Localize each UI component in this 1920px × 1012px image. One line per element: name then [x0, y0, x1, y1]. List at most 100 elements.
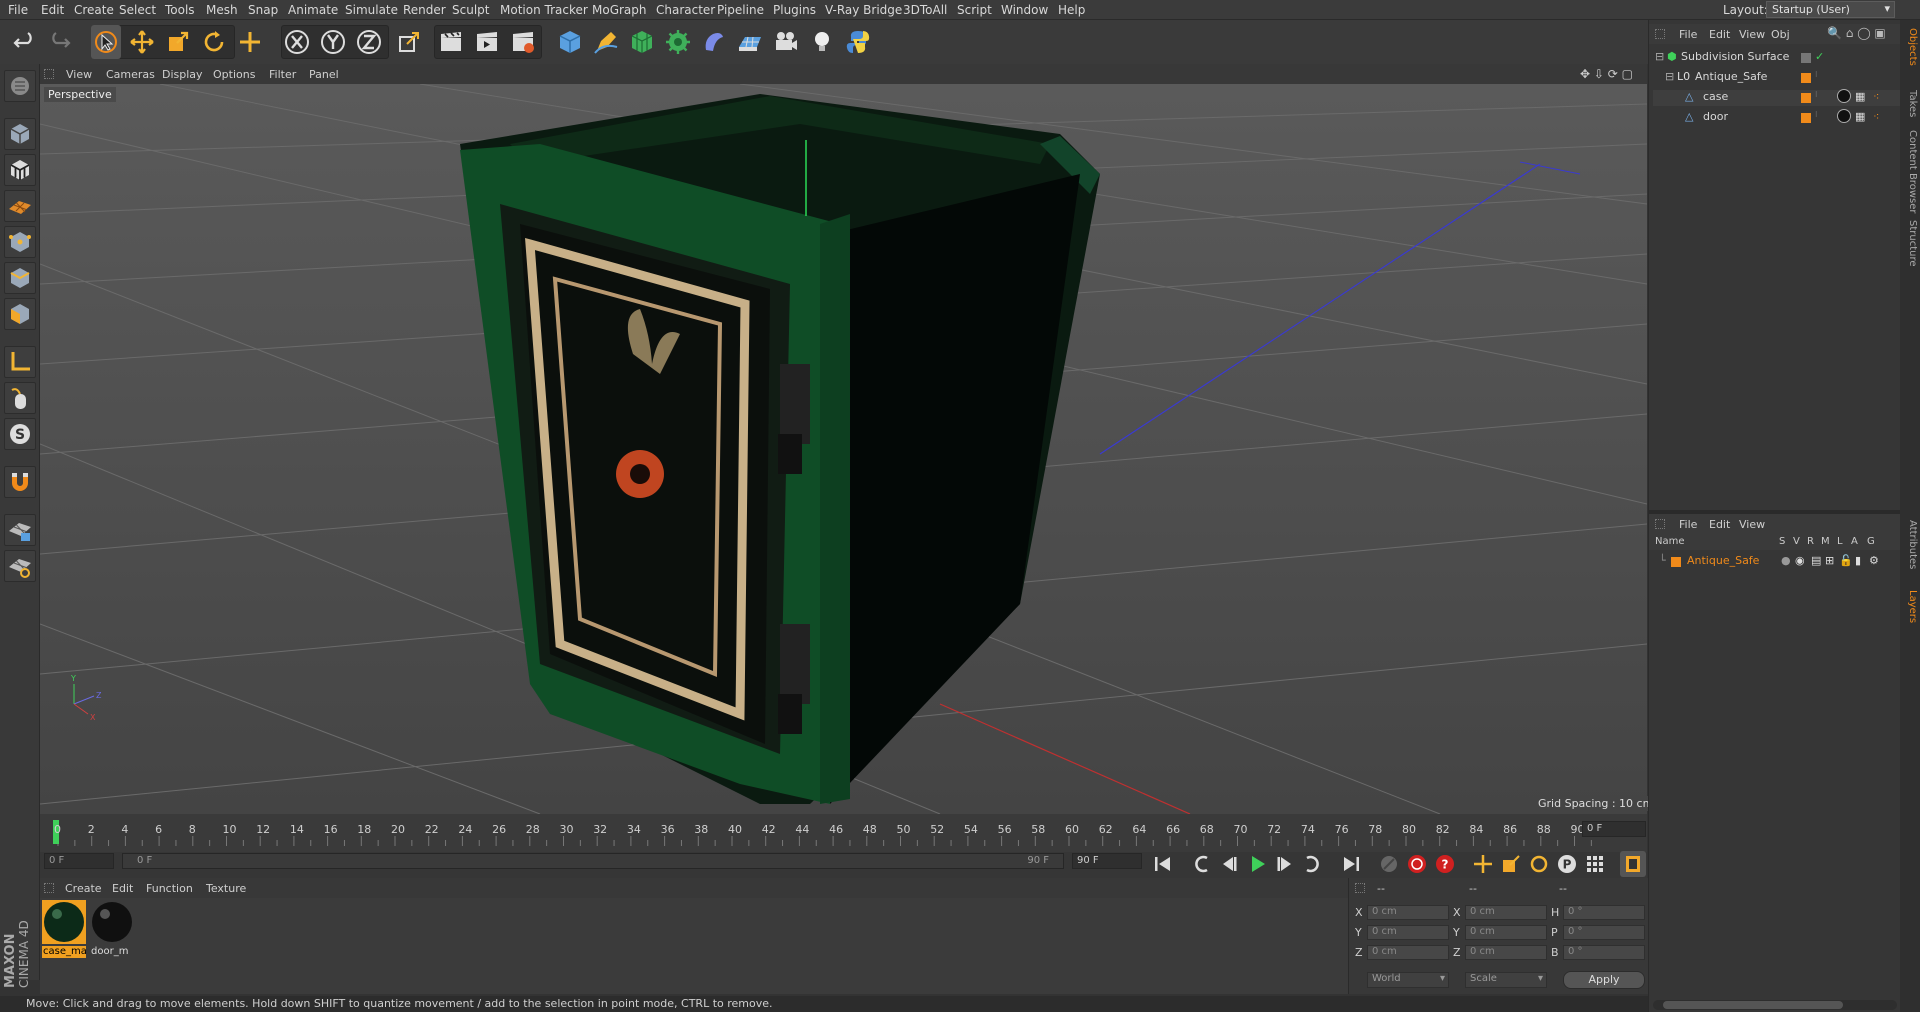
tweak-mode-button[interactable] — [4, 382, 36, 414]
object-menu-view[interactable]: View — [1739, 28, 1765, 41]
generators-icon[interactable]: ⚙ — [1869, 554, 1879, 567]
layer-row-antique-safe[interactable]: └ Antique_Safe ● ◉ ▤ ⊞ 🔓 ▮ ⚙ — [1653, 554, 1901, 570]
object-menu-file[interactable]: File — [1679, 28, 1697, 41]
python-button[interactable] — [843, 25, 873, 59]
object-menu-objects[interactable]: Obj — [1771, 28, 1790, 41]
viewport-menu-view[interactable]: View — [66, 68, 92, 81]
menu-script[interactable]: Script — [957, 3, 992, 17]
scrollbar-thumb[interactable] — [1663, 1001, 1843, 1009]
3d-viewport[interactable]: Y Z X — [40, 84, 1647, 814]
key-rotation-button[interactable] — [1526, 851, 1552, 877]
material-menu-create[interactable]: Create — [65, 882, 102, 895]
size-mode-select[interactable]: Scale ▾ — [1465, 972, 1547, 988]
key-pla-button[interactable] — [1582, 851, 1608, 877]
menu-plugins[interactable]: Plugins — [773, 3, 816, 17]
object-manager-nav-icons[interactable]: 🔍 ⌂ ◯ ▣ — [1827, 26, 1886, 40]
viewport-menu-options[interactable]: Options — [213, 68, 255, 81]
rotation-b-field[interactable]: 0 ° — [1563, 945, 1645, 960]
preview-range-slider[interactable]: 0 F 90 F — [122, 853, 1064, 869]
size-z-field[interactable]: 0 cm — [1465, 945, 1547, 960]
key-scale-button[interactable] — [1498, 851, 1524, 877]
coordinate-space-select[interactable]: World ▾ — [1367, 972, 1449, 988]
model-mode-button[interactable] — [4, 118, 36, 150]
position-x-field[interactable]: 0 cm — [1367, 905, 1449, 920]
deformer-button[interactable] — [699, 25, 729, 59]
polygon-mode-button[interactable] — [4, 298, 36, 330]
layout-select[interactable]: Startup (User) ▾ — [1766, 1, 1895, 18]
timeline-layout-button[interactable] — [1620, 851, 1646, 877]
apply-button[interactable]: Apply — [1563, 971, 1645, 989]
menu-3dtoall[interactable]: 3DToAll — [903, 3, 947, 17]
layer-menu-edit[interactable]: Edit — [1709, 518, 1730, 531]
axis-mode-button[interactable] — [4, 346, 36, 378]
next-frame-button[interactable] — [1272, 851, 1298, 877]
previous-key-button[interactable] — [1188, 851, 1214, 877]
render-clapper-icon[interactable]: ▤ — [1811, 554, 1821, 567]
menu-vray-bridge[interactable]: V-Ray Bridge — [825, 3, 902, 17]
pen-spline-button[interactable] — [591, 25, 621, 59]
menu-mesh[interactable]: Mesh — [206, 3, 238, 17]
menu-edit[interactable]: Edit — [41, 3, 64, 17]
camera-button[interactable] — [771, 25, 801, 59]
viewport-nav-icons[interactable]: ✥ ⇩ ⟳ ▢ — [1580, 67, 1633, 81]
menu-snap[interactable]: Snap — [248, 3, 278, 17]
size-y-field[interactable]: 0 cm — [1465, 925, 1547, 940]
object-row-antique-safe[interactable]: ⊟ L0 Antique_Safe ⁝ — [1653, 70, 1901, 86]
next-key-button[interactable] — [1300, 851, 1326, 877]
antique-safe-model[interactable] — [460, 94, 1100, 804]
record-keys-button[interactable] — [1376, 851, 1402, 877]
visibility-dots-icon[interactable]: ⁝ — [1815, 70, 1818, 79]
viewport-menu-panel[interactable]: Panel — [309, 68, 339, 81]
menu-sculpt[interactable]: Sculpt — [452, 3, 489, 17]
phong-tag-icon[interactable]: ⁖ — [1873, 110, 1879, 123]
current-frame-field[interactable]: 0 F — [1582, 821, 1646, 837]
move-tool-button[interactable] — [127, 25, 157, 59]
material-menu-edit[interactable]: Edit — [112, 882, 133, 895]
end-frame-field[interactable]: 90 F — [1072, 853, 1142, 869]
position-y-field[interactable]: 0 cm — [1367, 925, 1449, 940]
y-axis-lock-button[interactable] — [318, 25, 348, 59]
scale-tool-button[interactable] — [163, 25, 193, 59]
previous-frame-button[interactable] — [1216, 851, 1242, 877]
render-settings-button[interactable] — [508, 25, 538, 59]
live-selection-button[interactable] — [235, 25, 265, 59]
menu-pipeline[interactable]: Pipeline — [717, 3, 764, 17]
rotation-p-field[interactable]: 0 ° — [1563, 925, 1645, 940]
menu-window[interactable]: Window — [1001, 3, 1048, 17]
z-axis-lock-button[interactable] — [354, 25, 384, 59]
key-parameter-button[interactable]: P — [1554, 851, 1580, 877]
rotation-h-field[interactable]: 0 ° — [1563, 905, 1645, 920]
menu-tools[interactable]: Tools — [165, 3, 195, 17]
visibility-dots-icon[interactable]: ⁝ — [1815, 90, 1818, 99]
side-tab-layers[interactable]: Layers — [1902, 590, 1918, 623]
menu-simulate[interactable]: Simulate — [345, 3, 398, 17]
side-tab-structure[interactable]: Structure — [1902, 220, 1918, 267]
select-tool-button[interactable] — [91, 25, 121, 59]
menu-motion-tracker[interactable]: Motion Tracker — [500, 3, 588, 17]
object-row-subdivision-surface[interactable]: ⊟ ⬢ Subdivision Surface ✓ — [1653, 50, 1901, 66]
solo-toggle-icon[interactable]: ● — [1781, 554, 1791, 567]
undo-button[interactable] — [10, 25, 40, 59]
keyframe-selection-button[interactable]: ? — [1432, 851, 1458, 877]
menu-help[interactable]: Help — [1058, 3, 1085, 17]
workplane-button[interactable] — [4, 190, 36, 222]
menu-mograph[interactable]: MoGraph — [592, 3, 647, 17]
material-menu-function[interactable]: Function — [146, 882, 193, 895]
menu-character[interactable]: Character — [656, 3, 715, 17]
redo-button[interactable] — [44, 25, 74, 59]
object-row-case[interactable]: △ case ⁝ ▦ ⁖ — [1653, 89, 1901, 106]
floor-button[interactable] — [735, 25, 765, 59]
menu-animate[interactable]: Animate — [288, 3, 338, 17]
lock-icon[interactable]: 🔓 — [1839, 554, 1853, 567]
side-tab-attributes[interactable]: Attributes — [1902, 520, 1918, 569]
material-menu-texture[interactable]: Texture — [206, 882, 246, 895]
snap-button[interactable]: S — [4, 418, 36, 450]
uvw-tag-icon[interactable]: ▦ — [1855, 110, 1865, 123]
visible-eye-icon[interactable]: ◉ — [1795, 554, 1805, 567]
start-frame-field[interactable]: 0 F — [44, 853, 114, 869]
viewport-menu-display[interactable]: Display — [162, 68, 203, 81]
object-menu-edit[interactable]: Edit — [1709, 28, 1730, 41]
coordinate-system-button[interactable] — [394, 25, 424, 59]
viewport-menu-cameras[interactable]: Cameras — [106, 68, 155, 81]
uvw-tag-icon[interactable]: ▦ — [1855, 90, 1865, 103]
